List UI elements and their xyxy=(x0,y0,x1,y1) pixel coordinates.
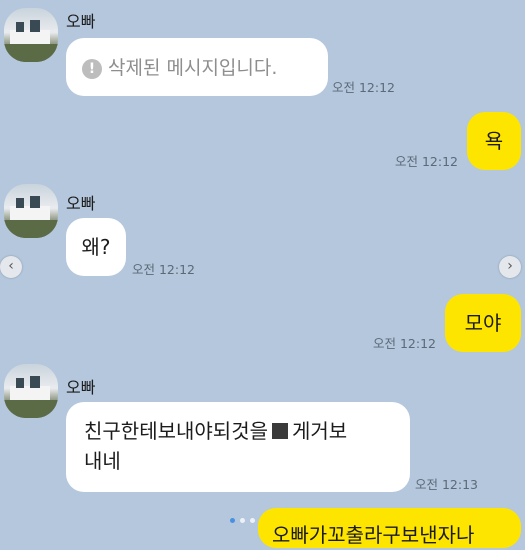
message-text: 왜? xyxy=(81,235,111,259)
message-time: 오전 12:13 xyxy=(415,477,478,492)
my-message-bubble[interactable]: 욕 xyxy=(467,112,521,170)
sender-name: 오빠 xyxy=(66,194,96,213)
my-message-bubble[interactable]: 모야 xyxy=(445,294,521,352)
page-dot[interactable] xyxy=(250,518,255,523)
redaction-block xyxy=(272,423,288,439)
message-bubble[interactable]: 친구한테보내야되것을 게거보 내네 xyxy=(66,402,410,492)
message-time: 오전 12:12 xyxy=(132,262,195,277)
chevron-right-icon[interactable]: › xyxy=(499,256,521,278)
sender-name: 오빠 xyxy=(66,378,96,397)
sender-name: 오빠 xyxy=(66,12,96,31)
sender-avatar[interactable] xyxy=(4,184,58,238)
message-text-line: 친구한테보내야되것을 게거보 xyxy=(84,416,392,446)
message-text: 오빠가꼬출라구보낸자나 xyxy=(272,523,475,547)
sender-avatar[interactable] xyxy=(4,8,58,62)
my-message-bubble[interactable]: 오빠가꼬출라구보낸자나 xyxy=(258,508,521,548)
deleted-message-bubble[interactable]: ! 삭제된 메시지입니다. xyxy=(66,38,328,96)
message-text: 욕 xyxy=(484,129,504,153)
message-time: 오전 12:12 xyxy=(395,154,458,169)
info-icon: ! xyxy=(82,58,102,79)
sender-avatar[interactable] xyxy=(4,364,58,418)
chevron-left-icon[interactable]: ‹ xyxy=(0,256,22,278)
message-bubble[interactable]: 왜? xyxy=(66,218,126,276)
message-text: 친구한테보내야되것을 xyxy=(84,419,268,443)
message-text: 내네 xyxy=(84,449,121,473)
message-time: 오전 12:12 xyxy=(332,80,395,95)
message-time: 오전 12:12 xyxy=(373,336,436,351)
avatar-photo xyxy=(4,196,58,238)
message-text: 모야 xyxy=(464,311,502,335)
page-dot[interactable] xyxy=(240,518,245,523)
deleted-message-text: 삭제된 메시지입니다. xyxy=(108,57,278,79)
page-dot-active[interactable] xyxy=(230,518,235,523)
message-text: 게거보 xyxy=(292,419,348,443)
avatar-photo xyxy=(4,376,58,418)
avatar-photo xyxy=(4,20,58,62)
